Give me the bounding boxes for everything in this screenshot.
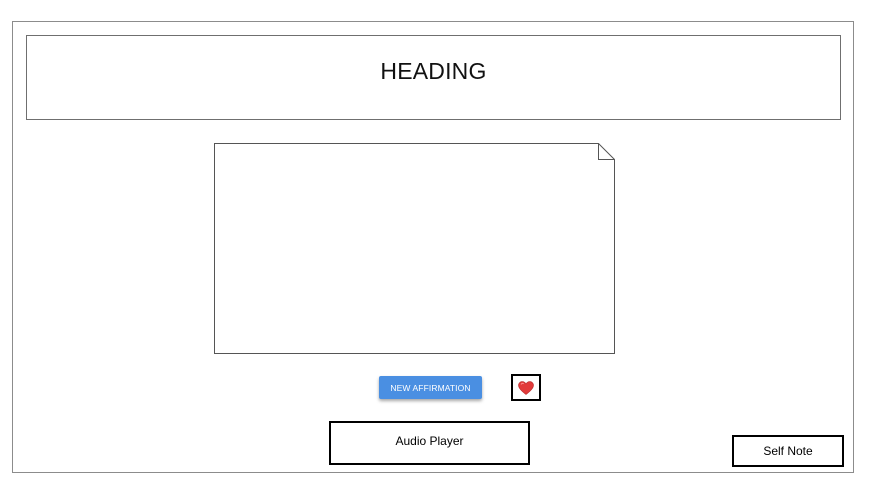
- self-note-button[interactable]: Self Note: [732, 435, 844, 467]
- new-affirmation-button[interactable]: NEW AFFIRMATION: [379, 376, 482, 399]
- heart-icon: [518, 380, 534, 395]
- affirmation-card: [214, 143, 615, 354]
- heading-banner: HEADING: [26, 35, 841, 120]
- affirmation-card-outline: [214, 143, 615, 354]
- page-title: HEADING: [380, 58, 487, 84]
- favorite-button[interactable]: [511, 374, 541, 401]
- audio-player-label: Audio Player: [395, 434, 464, 448]
- audio-player[interactable]: Audio Player: [329, 421, 530, 465]
